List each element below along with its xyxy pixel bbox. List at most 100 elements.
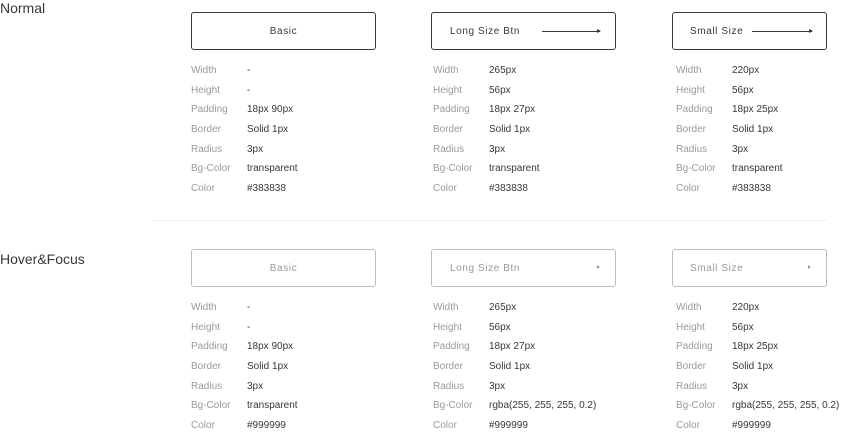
spec-value: #383838 [489, 182, 528, 194]
spec-value: #383838 [247, 182, 286, 194]
spec-label: Border [676, 361, 707, 373]
spec-label: Height [191, 321, 220, 333]
basic-button-label: Basic [269, 25, 298, 37]
spec-table-hover-basic: Width - Height - Padding 18px 90px Border So… [191, 298, 298, 435]
basic-button-hover[interactable]: Basic [191, 249, 376, 287]
spec-value: - [247, 321, 251, 333]
spec-label: Padding [676, 341, 713, 353]
spec-label: Color [676, 182, 700, 194]
spec-table-normal-small: Width 220px Height 56px Padding 18px 25px B… [676, 61, 783, 198]
spec-value: 3px [489, 143, 506, 155]
spec-label: Border [433, 361, 464, 373]
spec-label: Padding [433, 341, 470, 353]
spec-label: Height [433, 321, 462, 333]
spec-label: Height [191, 84, 220, 96]
spec-value: 3px [732, 143, 749, 155]
spec-label: Height [433, 84, 462, 96]
spec-table-hover-long: Width 265px Height 56px Padding 18px 27px B… [433, 298, 596, 435]
spec-label: Padding [676, 104, 713, 116]
long-size-button-normal[interactable]: Long Size Btn [431, 12, 616, 50]
small-size-button-label: Small Size [690, 25, 744, 37]
spec-value: 220px [732, 302, 760, 314]
spec-label: Width [191, 302, 217, 314]
spec-value: 56px [489, 321, 511, 333]
small-size-button-normal[interactable]: Small Size [672, 12, 827, 50]
spec-label: Color [433, 419, 457, 431]
spec-label: Bg-Color [433, 163, 473, 175]
spec-value: Solid 1px [732, 124, 774, 136]
spec-label: Radius [433, 380, 465, 392]
spec-value: - [247, 65, 251, 77]
spec-label: Color [191, 182, 215, 194]
spec-value: #999999 [732, 419, 771, 431]
spec-label: Border [191, 361, 222, 373]
spec-value: 18px 25px [732, 341, 779, 353]
spec-value: transparent [247, 400, 298, 412]
spec-label: Border [676, 124, 707, 136]
normal-section-title: Normal [0, 0, 46, 16]
spec-label: Width [676, 65, 702, 77]
spec-value: #999999 [247, 419, 286, 431]
spec-label: Bg-Color [433, 400, 473, 412]
spec-value: 3px [732, 380, 749, 392]
spec-value: 265px [489, 65, 517, 77]
spec-value: transparent [489, 163, 540, 175]
spec-label: Radius [676, 380, 708, 392]
spec-value: - [247, 84, 251, 96]
long-size-button-label: Long Size Btn [450, 262, 521, 274]
spec-table-hover-small: Width 220px Height 56px Padding 18px 25px B… [676, 298, 839, 435]
spec-label: Width [433, 302, 459, 314]
spec-label: Padding [433, 104, 470, 116]
small-triangle-right-icon [597, 265, 600, 269]
spec-value: Solid 1px [247, 124, 289, 136]
spec-value: #999999 [489, 419, 528, 431]
basic-button-label: Basic [269, 262, 298, 274]
spec-value: 220px [732, 65, 760, 77]
spec-value: 3px [247, 380, 264, 392]
spec-label: Width [191, 65, 217, 77]
spec-label: Radius [433, 143, 465, 155]
spec-label: Radius [191, 143, 223, 155]
spec-value: rgba(255, 255, 255, 0.2) [732, 400, 840, 412]
hover-focus-section-title: Hover&Focus [0, 251, 85, 267]
spec-value: #383838 [732, 182, 771, 194]
spec-label: Height [676, 84, 705, 96]
spec-value: 18px 90px [247, 104, 294, 116]
spec-label: Color [191, 419, 215, 431]
spec-value: Solid 1px [489, 361, 531, 373]
spec-value: 18px 27px [489, 104, 536, 116]
spec-value: Solid 1px [489, 124, 531, 136]
basic-button-normal[interactable]: Basic [191, 12, 376, 50]
spec-table-normal-basic: Width - Height - Padding 18px 90px Border So… [191, 61, 298, 198]
long-size-button-label: Long Size Btn [450, 25, 521, 37]
spec-label: Width [433, 65, 459, 77]
long-arrow-right-icon [752, 29, 813, 33]
spec-value: Solid 1px [732, 361, 774, 373]
long-size-button-hover[interactable]: Long Size Btn [431, 249, 616, 287]
spec-label: Height [676, 321, 705, 333]
small-size-button-hover[interactable]: Small Size [672, 249, 827, 287]
spec-label: Bg-Color [191, 400, 231, 412]
small-triangle-right-icon [808, 265, 811, 269]
spec-value: 18px 27px [489, 341, 536, 353]
spec-label: Border [433, 124, 464, 136]
spec-value: 56px [489, 84, 511, 96]
section-divider [152, 220, 827, 221]
spec-label: Bg-Color [191, 163, 231, 175]
spec-value: 265px [489, 302, 517, 314]
spec-value: 56px [732, 321, 754, 333]
spec-value: rgba(255, 255, 255, 0.2) [489, 400, 597, 412]
spec-value: 56px [732, 84, 754, 96]
spec-value: - [247, 302, 251, 314]
spec-label: Width [676, 302, 702, 314]
spec-label: Radius [676, 143, 708, 155]
spec-label: Bg-Color [676, 400, 716, 412]
spec-label: Padding [191, 104, 228, 116]
spec-label: Color [433, 182, 457, 194]
spec-value: 18px 25px [732, 104, 779, 116]
spec-value: 18px 90px [247, 341, 294, 353]
spec-label: Bg-Color [676, 163, 716, 175]
spec-value: transparent [732, 163, 783, 175]
spec-value: transparent [247, 163, 298, 175]
small-size-button-label: Small Size [690, 262, 744, 274]
